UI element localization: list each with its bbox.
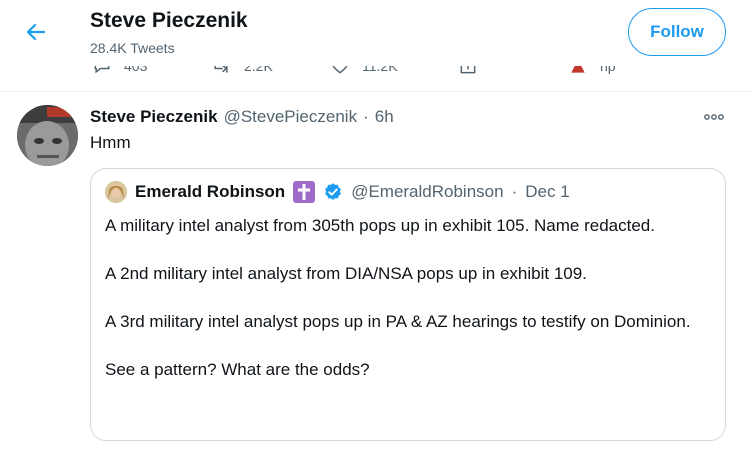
quoted-separator: ·: [511, 182, 518, 201]
quoted-tweet-header: Emerald Robinson @EmeraldRobinson · Dec …: [105, 181, 570, 203]
quoted-date: Dec 1: [525, 182, 570, 201]
quoted-paragraph: A military intel analyst from 305th pops…: [105, 216, 655, 235]
quoted-paragraph: See a pattern? What are the odds?: [105, 360, 370, 379]
quoted-paragraph: A 3rd military intel analyst pops up in …: [105, 312, 691, 331]
quoted-author-name: Emerald Robinson: [135, 182, 286, 201]
header-tweet-count: 28.4K Tweets: [90, 40, 175, 56]
quoted-tweet-body: A military intel analyst from 305th pops…: [105, 214, 711, 406]
more-horizontal-icon: [704, 114, 724, 120]
profile-header: Steve Pieczenik 28.4K Tweets Follow: [0, 0, 752, 66]
quoted-paragraph: A 2nd military intel analyst from DIA/NS…: [105, 264, 587, 283]
tweet-text: Hmm: [90, 133, 131, 152]
latin-cross-icon: [293, 181, 316, 203]
avatar-photo: [17, 105, 78, 166]
follow-button[interactable]: Follow: [628, 8, 726, 56]
verified-badge-icon: [323, 182, 343, 202]
quoted-tweet-card[interactable]: Emerald Robinson @EmeraldRobinson · Dec …: [90, 168, 726, 441]
tweet-author-row: Steve Pieczenik @StevePieczenik · 6h: [90, 107, 394, 127]
more-options-button[interactable]: [702, 110, 726, 124]
arrow-left-icon: [26, 23, 46, 41]
divider: [0, 91, 752, 92]
back-button[interactable]: [16, 14, 56, 50]
tweet-author-handle[interactable]: @StevePieczenik: [224, 107, 358, 127]
tweet-time[interactable]: 6h: [375, 107, 394, 127]
tweet-author-name[interactable]: Steve Pieczenik: [90, 107, 218, 127]
quoted-avatar: [105, 181, 127, 203]
header-profile-name: Steve Pieczenik: [90, 9, 248, 32]
quoted-author-handle: @EmeraldRobinson: [351, 182, 504, 201]
avatar[interactable]: [17, 105, 78, 166]
tweet-separator: ·: [363, 107, 369, 126]
